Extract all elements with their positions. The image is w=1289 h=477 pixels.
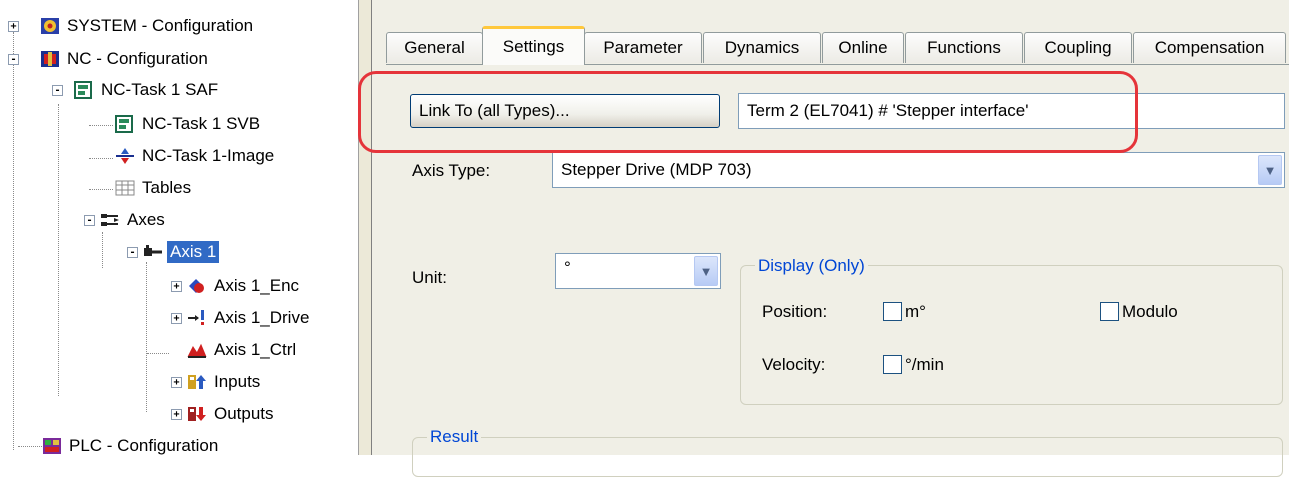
tree-label: NC-Task 1 SAF xyxy=(101,80,219,99)
encoder-icon xyxy=(187,277,207,295)
tree-item-axis-1[interactable]: - Axis 1 xyxy=(127,238,220,266)
tab-online[interactable]: Online xyxy=(822,32,904,63)
task-icon xyxy=(115,115,135,133)
tab-settings[interactable]: Settings xyxy=(482,26,585,65)
tree-line xyxy=(146,262,147,412)
chevron-down-icon[interactable]: ▼ xyxy=(1258,155,1282,185)
tree-label: NC-Task 1 SVB xyxy=(142,114,261,133)
tab-dynamics[interactable]: Dynamics xyxy=(703,32,821,63)
expander-plus[interactable]: + xyxy=(8,21,19,32)
result-group xyxy=(412,437,1283,477)
tree-label-selected: Axis 1 xyxy=(167,241,220,263)
result-group-title: Result xyxy=(427,427,482,447)
modulo-label: Modulo xyxy=(1122,302,1178,321)
tree-label: Axis 1_Drive xyxy=(214,308,310,327)
axis-type-label: Axis Type: xyxy=(412,161,491,180)
tree-line xyxy=(18,446,42,447)
tree-label: NC - Configuration xyxy=(67,49,208,68)
tree-item-axis-1-drive[interactable]: + Axis 1_Drive xyxy=(171,304,312,332)
task-icon xyxy=(74,81,94,99)
tree-item-outputs[interactable]: + Outputs xyxy=(171,400,277,428)
position-checkbox[interactable] xyxy=(883,302,902,321)
tree-label: NC-Task 1-Image xyxy=(142,146,275,165)
expander-plus[interactable]: + xyxy=(171,281,182,292)
tree-item-nc-task-image[interactable]: NC-Task 1-Image xyxy=(115,142,277,170)
plc-config-icon xyxy=(42,437,62,455)
display-only-group xyxy=(740,265,1283,405)
axis-type-dropdown[interactable]: Stepper Drive (MDP 703) ▼ xyxy=(552,152,1285,188)
tree-item-axis-1-ctrl[interactable]: Axis 1_Ctrl xyxy=(171,336,299,364)
tree-label: Axis 1_Ctrl xyxy=(214,340,297,359)
expander-minus[interactable]: - xyxy=(84,215,95,226)
axis-icon xyxy=(143,243,163,261)
tree-item-tables[interactable]: Tables xyxy=(115,174,194,202)
tab-general[interactable]: General xyxy=(386,32,483,63)
expander-plus[interactable]: + xyxy=(171,313,182,324)
velocity-label: Velocity: xyxy=(762,355,826,374)
tab-bar: General Settings Parameter Dynamics Onli… xyxy=(386,26,1286,65)
display-only-group-title: Display (Only) xyxy=(755,256,868,276)
tree-line xyxy=(58,104,59,396)
velocity-unit-label: °/min xyxy=(905,355,944,374)
tab-parameter[interactable]: Parameter xyxy=(584,32,702,63)
image-icon xyxy=(115,147,135,165)
settings-panel: General Settings Parameter Dynamics Onli… xyxy=(372,0,1289,477)
tree-label: SYSTEM - Configuration xyxy=(67,16,254,35)
expander-minus[interactable]: - xyxy=(127,247,138,258)
tree-line xyxy=(102,232,103,268)
unit-dropdown[interactable]: ° ▼ xyxy=(555,253,721,289)
annotation-highlight xyxy=(358,71,1138,153)
system-config-icon xyxy=(40,17,60,35)
chevron-down-icon[interactable]: ▼ xyxy=(694,256,718,286)
inputs-icon xyxy=(187,373,207,391)
unit-value: ° xyxy=(564,258,571,277)
drive-icon xyxy=(187,309,207,327)
controller-icon xyxy=(187,341,207,359)
tree-line xyxy=(89,158,113,159)
expander-plus[interactable]: + xyxy=(171,377,182,388)
modulo-checkbox[interactable] xyxy=(1100,302,1119,321)
outputs-icon xyxy=(187,405,207,423)
tree-line xyxy=(89,189,113,190)
tree-item-system-configuration[interactable]: + SYSTEM - Configuration xyxy=(8,12,256,40)
tree-item-nc-task-saf[interactable]: - NC-Task 1 SAF xyxy=(52,76,221,104)
tab-compensation[interactable]: Compensation xyxy=(1133,32,1286,63)
table-icon xyxy=(115,179,135,197)
tree-item-inputs[interactable]: + Inputs xyxy=(171,368,263,396)
position-label: Position: xyxy=(762,302,828,321)
tree-line xyxy=(13,32,14,450)
nc-config-icon xyxy=(40,50,60,68)
position-unit-label: m° xyxy=(905,302,926,321)
tree-label: Outputs xyxy=(214,404,274,423)
tree-item-nc-configuration[interactable]: - NC - Configuration xyxy=(8,45,211,73)
tab-functions[interactable]: Functions xyxy=(905,32,1023,63)
unit-label: Unit: xyxy=(412,268,447,287)
tree-item-nc-task-svb[interactable]: NC-Task 1 SVB xyxy=(115,110,263,138)
tab-coupling[interactable]: Coupling xyxy=(1024,32,1132,63)
tree-item-axes[interactable]: - Axes xyxy=(84,206,168,234)
expander-minus[interactable]: - xyxy=(52,85,63,96)
tree-label: Axes xyxy=(127,210,165,229)
axes-icon xyxy=(100,211,120,229)
tree-label: Inputs xyxy=(214,372,261,391)
axis-type-value: Stepper Drive (MDP 703) xyxy=(561,160,752,179)
expander-minus[interactable]: - xyxy=(8,54,19,65)
tree-line xyxy=(147,353,169,354)
tree-label: PLC - Configuration xyxy=(69,436,219,455)
expander-plus[interactable]: + xyxy=(171,409,182,420)
tree-item-plc-configuration[interactable]: PLC - Configuration xyxy=(42,432,221,455)
tree-item-axis-1-enc[interactable]: + Axis 1_Enc xyxy=(171,272,302,300)
splitter[interactable] xyxy=(358,0,372,455)
tree-line xyxy=(89,125,113,126)
tree-label: Tables xyxy=(142,178,192,197)
tree-label: Axis 1_Enc xyxy=(214,276,300,295)
tree-view[interactable]: + SYSTEM - Configuration - NC - Configur… xyxy=(0,0,358,455)
velocity-checkbox[interactable] xyxy=(883,355,902,374)
